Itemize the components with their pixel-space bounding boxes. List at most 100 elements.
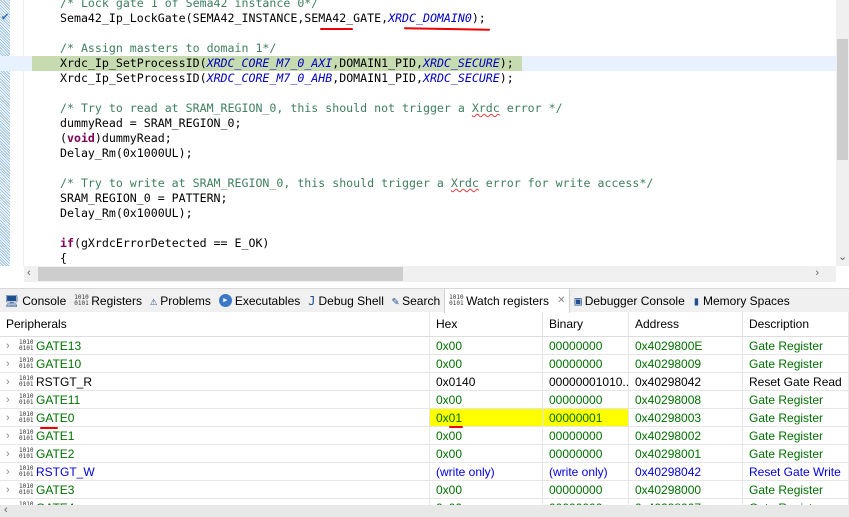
hex-cell[interactable]: 0x00 — [430, 355, 543, 372]
table-row[interactable]: › 1010 0101 RSTGT_W (write only) (write onl… — [0, 463, 849, 481]
code-editor[interactable]: ✔ ⇨ /* Lock gate 1 of Sema42 instance 0*… — [0, 0, 849, 284]
table-row[interactable]: › 1010 0101 GATE10 0x00 00000000 0x40298009… — [0, 355, 849, 373]
scroll-left-icon[interactable]: ‹ — [4, 504, 8, 516]
code-token: Xrdc_Ip_SetProcessID( — [60, 71, 207, 85]
peripheral-cell[interactable]: › 1010 0101 RSTGT_W — [0, 463, 430, 480]
code-line[interactable]: SRAM_REGION_0 = PATTERN; — [24, 191, 836, 206]
editor-vertical-scrollbar[interactable]: ⌄ — [836, 0, 849, 266]
code-line-text: /* Lock gate 1 of Sema42 instance 0*/ — [60, 0, 318, 10]
tab-search[interactable]: ✎ Search — [388, 289, 444, 313]
peripheral-cell[interactable]: › 1010 0101 GATE2 — [0, 445, 430, 462]
expand-chevron-icon[interactable]: › — [6, 445, 16, 462]
column-header-binary[interactable]: Binary — [543, 312, 629, 336]
hex-cell[interactable]: 0x00 — [430, 445, 543, 462]
table-row[interactable]: › 1010 0101 GATE2 0x00 00000000 0x40298001 … — [0, 445, 849, 463]
code-lines[interactable]: /* Lock gate 1 of Sema42 instance 0*/Sem… — [0, 0, 836, 281]
peripheral-cell[interactable]: › 1010 0101 GATE3 — [0, 481, 430, 498]
code-line-text: Xrdc_Ip_SetProcessID(XRDC_CORE_M7_0_AHB,… — [60, 71, 514, 85]
code-line[interactable]: Sema42_Ip_LockGate(SEMA42_INSTANCE,SEMA4… — [24, 11, 836, 26]
tab-debugger-console[interactable]: ▣ Debugger Console — [570, 289, 688, 313]
breakpoint-icon[interactable]: ✔ — [1, 12, 9, 23]
expand-chevron-icon[interactable]: › — [6, 391, 16, 408]
hex-cell[interactable]: 0x01 — [430, 409, 543, 426]
code-line[interactable] — [24, 221, 836, 236]
tab-executables[interactable]: ▶ Executables — [215, 289, 304, 313]
hex-cell[interactable]: 0x00 — [430, 391, 543, 408]
code-token: XRDC_CORE_M7_0_AXI — [206, 56, 333, 70]
binary-cell[interactable]: 00000000 — [543, 445, 629, 462]
code-line[interactable]: /* Try to read at SRAM_REGION_0, this sh… — [24, 101, 836, 116]
tab-registers[interactable]: 1010 0101 Registers — [70, 289, 146, 313]
code-line[interactable]: /* Lock gate 1 of Sema42 instance 0*/ — [24, 0, 836, 11]
binary-cell[interactable]: 00000000 — [543, 391, 629, 408]
expand-chevron-icon[interactable]: › — [6, 427, 16, 444]
expand-chevron-icon[interactable]: › — [6, 463, 16, 480]
code-token: /* Try to write at SRAM_REGION_0, this s… — [60, 176, 451, 190]
peripheral-cell[interactable]: › 1010 0101 GATE1 — [0, 427, 430, 444]
binary-cell[interactable]: 00000001010... — [543, 373, 629, 390]
binary-cell[interactable]: 00000000 — [543, 355, 629, 372]
peripheral-cell[interactable]: › 1010 0101 GATE13 — [0, 337, 430, 354]
code-line[interactable]: if(gXrdcErrorDetected == E_OK) — [24, 236, 836, 251]
code-line[interactable] — [24, 161, 836, 176]
code-line[interactable]: Xrdc_Ip_SetProcessID(XRDC_CORE_M7_0_AHB,… — [24, 71, 836, 86]
column-header-description[interactable]: Description — [743, 312, 849, 336]
code-line[interactable] — [24, 86, 836, 101]
table-row[interactable]: › 1010 0101 GATE0 0x01 00000001 0x40298003 … — [0, 409, 849, 427]
code-line[interactable]: dummyRead = SRAM_REGION_0; — [24, 116, 836, 131]
close-tab-icon[interactable]: ✕ — [557, 295, 565, 306]
tab-label: Memory Spaces — [703, 293, 790, 308]
expand-chevron-icon[interactable]: › — [6, 373, 16, 390]
peripheral-cell[interactable]: › 1010 0101 GATE11 — [0, 391, 430, 408]
hex-cell[interactable]: 0x00 — [430, 337, 543, 354]
peripheral-cell[interactable]: › 1010 0101 GATE0 — [0, 409, 430, 426]
code-line[interactable]: (void)dummyRead; — [24, 131, 836, 146]
tab-console[interactable]: 🖥 Console — [0, 289, 70, 313]
binary-cell[interactable]: 00000000 — [543, 427, 629, 444]
hex-cell[interactable]: (write only) — [430, 463, 543, 480]
hex-cell[interactable]: 0x00 — [430, 427, 543, 444]
binary-cell[interactable]: 00000000 — [543, 337, 629, 354]
binary-cell[interactable]: 00000001 — [543, 409, 629, 426]
description-cell: Gate Register — [743, 481, 849, 498]
table-row[interactable]: › 1010 0101 RSTGT_R 0x0140 00000001010... 0… — [0, 373, 849, 391]
expand-chevron-icon[interactable]: › — [6, 355, 16, 372]
binary-cell[interactable]: (write only) — [543, 463, 629, 480]
register-icon: 10100101 — [19, 446, 34, 460]
code-line[interactable]: /* Try to write at SRAM_REGION_0, this s… — [24, 176, 836, 191]
column-header-peripherals[interactable]: Peripherals — [0, 312, 430, 336]
tab-problems[interactable]: ⚠ Problems — [146, 289, 215, 313]
column-header-address[interactable]: Address — [629, 312, 743, 336]
tab-memory-spaces[interactable]: ▮ Memory Spaces — [689, 289, 794, 313]
code-line[interactable]: Delay_Rm(0x1000UL); — [24, 206, 836, 221]
code-line[interactable]: Xrdc_Ip_SetProcessID(XRDC_CORE_M7_0_AXI,… — [0, 56, 836, 71]
hex-cell[interactable]: 0x0140 — [430, 373, 543, 390]
tab-watch-registers[interactable]: 1010 0101 Watch registers ✕ — [444, 288, 571, 313]
register-icon: 10100101 — [19, 428, 34, 442]
code-line[interactable]: { — [24, 251, 836, 266]
binary-cell[interactable]: 00000000 — [543, 481, 629, 498]
expand-chevron-icon[interactable]: › — [6, 481, 16, 498]
scroll-left-icon[interactable]: ‹ — [27, 267, 31, 279]
scrollbar-thumb[interactable] — [38, 267, 403, 281]
tab-debug-shell[interactable]: J Debug Shell — [304, 289, 388, 313]
expand-chevron-icon[interactable]: › — [6, 409, 16, 426]
code-line[interactable]: Delay_Rm(0x1000UL); — [24, 146, 836, 161]
table-row[interactable]: › 1010 0101 GATE3 0x00 00000000 0x40298000 … — [0, 481, 849, 499]
table-row[interactable]: › 1010 0101 GATE13 0x00 00000000 0x4029800E… — [0, 337, 849, 355]
code-line[interactable]: /* Assign masters to domain 1*/ — [24, 41, 836, 56]
column-header-hex[interactable]: Hex — [430, 312, 543, 336]
expand-chevron-icon[interactable]: › — [6, 337, 16, 354]
table-row[interactable]: › 1010 0101 GATE11 0x00 00000000 0x40298008… — [0, 391, 849, 409]
annotation-underline — [320, 28, 353, 30]
table-row[interactable]: › 1010 0101 GATE1 0x00 00000000 0x40298002 … — [0, 427, 849, 445]
table-horizontal-scrollbar[interactable]: ‹ — [0, 504, 849, 517]
peripheral-cell[interactable]: › 1010 0101 GATE10 — [0, 355, 430, 372]
scroll-right-icon[interactable]: › — [815, 267, 819, 279]
hex-cell[interactable]: 0x00 — [430, 481, 543, 498]
peripheral-cell[interactable]: › 1010 0101 RSTGT_R — [0, 373, 430, 390]
scroll-down-icon[interactable]: ⌄ — [838, 250, 847, 263]
description-cell: Gate Register — [743, 337, 849, 354]
editor-horizontal-scrollbar[interactable]: ‹ › — [24, 266, 836, 282]
scrollbar-thumb[interactable] — [837, 39, 848, 160]
